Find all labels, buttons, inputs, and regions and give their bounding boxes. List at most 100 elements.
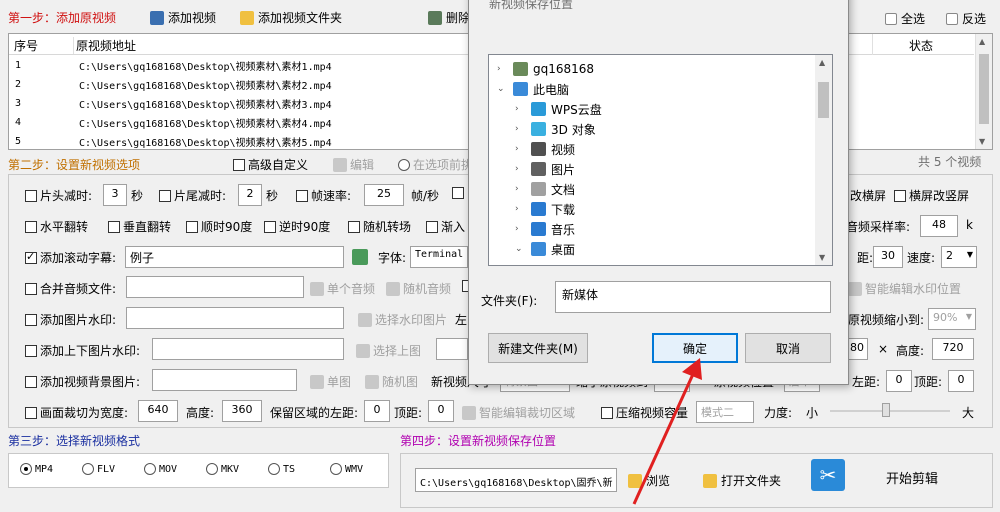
vflip-checkbox[interactable]: 垂直翻转 <box>108 218 171 235</box>
smart-wm-button[interactable]: 智能编辑水印位置 <box>848 280 961 297</box>
add-video-button[interactable]: 添加视频 <box>150 9 216 26</box>
chevron-right-icon[interactable]: › <box>515 164 529 174</box>
start-button[interactable]: 开始剪辑 <box>886 468 938 487</box>
merge-audio-input[interactable] <box>126 276 304 298</box>
tree-item[interactable]: ⌄ 此电脑 <box>489 79 815 99</box>
single-img-button[interactable]: 单图 <box>310 373 351 390</box>
hflip-checkbox[interactable]: 水平翻转 <box>25 218 88 235</box>
font-select[interactable]: Terminal <box>410 246 468 268</box>
random-img-button[interactable]: 随机图 <box>365 373 418 390</box>
tree-item[interactable]: › 文档 <box>489 179 815 199</box>
chevron-down-icon[interactable]: ⌄ <box>497 84 511 94</box>
tree-scrollbar[interactable]: ▲ ▼ <box>815 55 832 265</box>
scroll-down-icon[interactable]: ▼ <box>979 137 985 146</box>
cut-tail-input[interactable]: 2 <box>238 184 262 206</box>
cut-head-input[interactable]: 3 <box>103 184 127 206</box>
framerate-input[interactable]: 25 <box>364 184 404 206</box>
keep-top-input[interactable]: 0 <box>428 400 454 422</box>
download-folder-icon <box>531 202 546 216</box>
framerate-checkbox[interactable]: 帧速率: <box>296 187 351 204</box>
to-landscape-label[interactable]: 改横屏 <box>850 187 886 204</box>
keep-left-input[interactable]: 0 <box>364 400 390 422</box>
fade-checkbox[interactable]: 渐入 <box>426 218 465 235</box>
open-folder-button[interactable]: 打开文件夹 <box>703 472 781 489</box>
spacing-input[interactable]: 30 <box>873 246 903 268</box>
top-dist-input[interactable]: 0 <box>948 370 974 392</box>
chevron-right-icon[interactable]: › <box>515 104 529 114</box>
single-audio-button[interactable]: 单个音频 <box>310 280 375 297</box>
crop-height-input[interactable]: 360 <box>222 400 262 422</box>
random-rot-checkbox[interactable]: 随机转场 <box>348 218 411 235</box>
updown-extra-input[interactable] <box>436 338 468 360</box>
img-wm-checkbox[interactable]: 添加图片水印: <box>25 311 116 328</box>
delete-button[interactable]: 删除 <box>428 9 470 26</box>
smart-crop-button[interactable]: 智能编辑裁切区域 <box>462 404 575 421</box>
save-path-input[interactable]: C:\Users\gq168168\Desktop\固乔\新 <box>415 468 617 492</box>
format-radio-flv[interactable]: FLV <box>82 463 144 475</box>
list-scrollbar[interactable]: ▲ ▼ <box>975 34 992 149</box>
chevron-right-icon[interactable]: › <box>497 64 511 74</box>
cut-tail-checkbox[interactable]: 片尾减时: <box>159 187 226 204</box>
bg-img-checkbox[interactable]: 添加视频背景图片: <box>25 373 140 390</box>
audio-rate-input[interactable]: 48 <box>920 215 958 237</box>
format-radio-mp4[interactable]: MP4 <box>20 463 82 475</box>
tree-item[interactable]: ⌄ 桌面 <box>489 239 815 259</box>
row1-extra-checkbox[interactable] <box>452 187 467 199</box>
height-input[interactable]: 720 <box>932 338 974 360</box>
before-option-radio[interactable]: 在选项前挑 <box>398 156 473 173</box>
scissors-icon[interactable]: ✂ <box>811 459 845 491</box>
cancel-button[interactable]: 取消 <box>745 333 831 363</box>
rot90cw-checkbox[interactable]: 顺时90度 <box>186 218 252 235</box>
tree-item[interactable]: › WPS云盘 <box>489 99 815 119</box>
updown-wm-input[interactable] <box>152 338 344 360</box>
strength-slider-thumb[interactable] <box>882 403 890 417</box>
format-radio-mov[interactable]: MOV <box>144 463 206 475</box>
select-all-button[interactable]: 全选 <box>885 10 925 27</box>
format-radio-mkv[interactable]: MKV <box>206 463 268 475</box>
invert-button[interactable]: 反选 <box>946 10 986 27</box>
to-portrait-checkbox[interactable]: 横屏改竖屏 <box>894 187 969 204</box>
add-folder-button[interactable]: 添加视频文件夹 <box>240 9 342 26</box>
chevron-right-icon[interactable]: › <box>515 184 529 194</box>
crop-width-input[interactable]: 640 <box>138 400 178 422</box>
bg-img-input[interactable] <box>152 369 297 391</box>
subtitle-input[interactable]: 例子 <box>125 246 344 268</box>
select-wm-button[interactable]: 选择水印图片 <box>358 311 447 328</box>
delete-icon <box>428 10 442 25</box>
scroll-up-icon[interactable]: ▲ <box>979 37 985 46</box>
updown-wm-checkbox[interactable]: 添加上下图片水印: <box>25 342 140 359</box>
speed-select[interactable]: 2 ▼ <box>941 246 977 268</box>
tree-item[interactable]: › 图片 <box>489 159 815 179</box>
width-input[interactable]: 80 <box>846 338 868 360</box>
new-folder-button[interactable]: 新建文件夹(M) <box>488 333 588 363</box>
tree-item[interactable]: › 音乐 <box>489 219 815 239</box>
img-wm-input[interactable] <box>126 307 344 329</box>
tree-item[interactable]: › gq168168 <box>489 59 815 79</box>
chevron-right-icon[interactable]: › <box>515 124 529 134</box>
scroll-thumb[interactable] <box>979 54 989 124</box>
chevron-right-icon[interactable]: › <box>515 204 529 214</box>
format-radio-ts[interactable]: TS <box>268 463 330 475</box>
chevron-right-icon[interactable]: › <box>515 224 529 234</box>
chevron-down-icon[interactable]: ⌄ <box>515 244 529 254</box>
advanced-checkbox[interactable]: 高级自定义 <box>233 156 308 173</box>
chevron-right-icon[interactable]: › <box>515 144 529 154</box>
strength-slider-track[interactable] <box>830 410 950 412</box>
tree-item[interactable]: › 3D 对象 <box>489 119 815 139</box>
rot90ccw-checkbox[interactable]: 逆时90度 <box>264 218 330 235</box>
crop-checkbox[interactable]: 画面裁切为宽度: <box>25 404 128 421</box>
tree-item[interactable]: › 视频 <box>489 139 815 159</box>
tree-item[interactable]: › 下载 <box>489 199 815 219</box>
edit-button[interactable]: 编辑 <box>333 156 374 173</box>
shrink-select[interactable]: 90% ▼ <box>928 308 976 330</box>
random-audio-button[interactable]: 随机音频 <box>386 280 451 297</box>
folder-tree[interactable]: › gq168168 ⌄ 此电脑 › WPS云盘 › 3D 对象 › 视频 › 图片 › 文档 › 下载 › 音乐… <box>488 54 833 266</box>
folder-name-input[interactable]: 新媒体 <box>555 281 831 313</box>
subtitle-checkbox[interactable]: 添加滚动字幕: <box>25 249 116 266</box>
cut-head-checkbox[interactable]: 片头减时: <box>25 187 92 204</box>
left-dist-input[interactable]: 0 <box>886 370 912 392</box>
select-up-button[interactable]: 选择上图 <box>356 342 421 359</box>
subtitle-edit-icon[interactable] <box>352 249 368 265</box>
format-radio-wmv[interactable]: WMV <box>330 463 392 475</box>
merge-audio-checkbox[interactable]: 合并音频文件: <box>25 280 116 297</box>
